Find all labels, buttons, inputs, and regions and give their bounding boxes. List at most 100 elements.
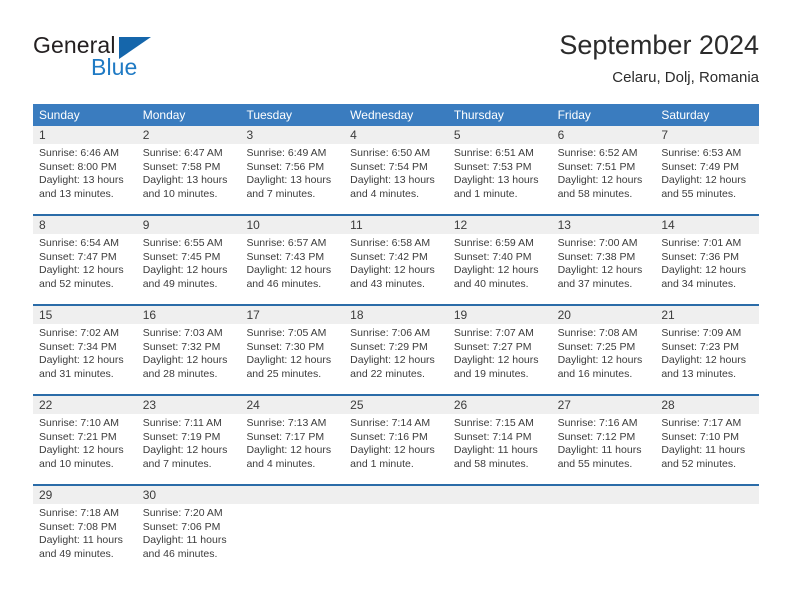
sunrise-text: Sunrise: 6:53 AM [661, 147, 742, 159]
day-of-week-header: Sunday Monday Tuesday Wednesday Thursday… [33, 104, 759, 126]
day-number[interactable]: 20 [552, 306, 656, 324]
daylight-text-line2: and 4 minutes. [246, 457, 316, 470]
day-number[interactable]: 23 [137, 396, 241, 414]
day-cell[interactable]: Sunrise: 7:01 AM Sunset: 7:36 PM Daylight:… [655, 234, 759, 304]
sunrise-text: Sunrise: 6:50 AM [350, 147, 431, 159]
dow-thursday: Thursday [453, 108, 504, 122]
day-number[interactable]: 4 [344, 126, 448, 144]
day-cell[interactable]: Sunrise: 6:53 AM Sunset: 7:49 PM Daylight:… [655, 144, 759, 214]
day-number[interactable]: 9 [137, 216, 241, 234]
week-detail-band: Sunrise: 7:18 AM Sunset: 7:08 PM Daylight:… [33, 504, 759, 574]
day-cell[interactable]: Sunrise: 6:58 AM Sunset: 7:42 PM Daylight:… [344, 234, 448, 304]
day-cell[interactable]: Sunrise: 7:06 AM Sunset: 7:29 PM Daylight:… [344, 324, 448, 394]
week-date-band: 15 16 17 18 19 20 21 [33, 306, 759, 324]
day-cell[interactable]: Sunrise: 6:47 AM Sunset: 7:58 PM Daylight:… [137, 144, 241, 214]
daylight-text-line2: and 25 minutes. [246, 367, 322, 380]
daylight-text-line1: Daylight: 11 hours [557, 444, 642, 457]
day-cell[interactable]: Sunrise: 7:14 AM Sunset: 7:16 PM Daylight:… [344, 414, 448, 484]
dow-monday: Monday [142, 108, 186, 122]
day-number[interactable]: 28 [655, 396, 759, 414]
day-number[interactable]: 14 [655, 216, 759, 234]
day-cell[interactable]: Sunrise: 6:46 AM Sunset: 8:00 PM Daylight:… [33, 144, 137, 214]
day-number[interactable]: 5 [448, 126, 552, 144]
day-number[interactable]: 19 [448, 306, 552, 324]
day-number[interactable]: 8 [33, 216, 137, 234]
day-number[interactable]: 11 [344, 216, 448, 234]
day-cell[interactable]: Sunrise: 7:20 AM Sunset: 7:06 PM Daylight:… [137, 504, 241, 574]
day-number[interactable]: 18 [344, 306, 448, 324]
day-cell[interactable]: Sunrise: 6:54 AM Sunset: 7:47 PM Daylight:… [33, 234, 137, 304]
sunset-text: Sunset: 7:58 PM [142, 160, 221, 173]
daylight-text-line2: and 7 minutes. [246, 187, 316, 200]
day-cell[interactable]: Sunrise: 7:07 AM Sunset: 7:27 PM Daylight:… [448, 324, 552, 394]
sunrise-text: Sunrise: 7:01 AM [661, 237, 742, 249]
day-number[interactable]: 7 [655, 126, 759, 144]
day-cell[interactable]: Sunrise: 7:03 AM Sunset: 7:32 PM Daylight:… [137, 324, 241, 394]
day-number[interactable]: 3 [240, 126, 344, 144]
daylight-text-line1: Daylight: 12 hours [39, 444, 124, 457]
day-cell[interactable]: Sunrise: 7:09 AM Sunset: 7:23 PM Daylight:… [655, 324, 759, 394]
day-number[interactable]: 16 [137, 306, 241, 324]
day-number[interactable]: 15 [33, 306, 137, 324]
sunrise-text: Sunrise: 6:57 AM [246, 237, 327, 249]
day-cell[interactable]: Sunrise: 6:57 AM Sunset: 7:43 PM Daylight:… [240, 234, 344, 304]
day-number[interactable]: 12 [448, 216, 552, 234]
day-number[interactable]: 22 [33, 396, 137, 414]
day-number[interactable]: 13 [552, 216, 656, 234]
sunset-text: Sunset: 7:16 PM [350, 430, 428, 443]
day-cell[interactable]: Sunrise: 7:00 AM Sunset: 7:38 PM Daylight:… [552, 234, 656, 304]
dow-wednesday: Wednesday [350, 108, 414, 122]
day-number[interactable]: 1 [33, 126, 137, 144]
day-cell[interactable]: Sunrise: 7:16 AM Sunset: 7:12 PM Daylight:… [552, 414, 656, 484]
daylight-text-line2: and 37 minutes. [557, 277, 633, 290]
day-number[interactable]: 25 [344, 396, 448, 414]
day-cell[interactable]: Sunrise: 7:17 AM Sunset: 7:10 PM Daylight:… [655, 414, 759, 484]
daylight-text-line2: and 1 minute. [453, 187, 518, 200]
daylight-text-line2: and 52 minutes. [39, 277, 114, 290]
day-number[interactable]: 26 [448, 396, 552, 414]
sunset-text: Sunset: 7:10 PM [661, 430, 739, 443]
day-cell[interactable]: Sunrise: 7:08 AM Sunset: 7:25 PM Daylight:… [552, 324, 656, 394]
daylight-text-line2: and 10 minutes. [39, 457, 114, 470]
day-cell[interactable]: Sunrise: 7:18 AM Sunset: 7:08 PM Daylight:… [33, 504, 137, 574]
day-number[interactable]: 27 [552, 396, 656, 414]
day-cell[interactable]: Sunrise: 7:02 AM Sunset: 7:34 PM Daylight:… [33, 324, 137, 394]
sunset-text: Sunset: 7:49 PM [661, 160, 739, 173]
day-cell[interactable]: Sunrise: 7:10 AM Sunset: 7:21 PM Daylight:… [33, 414, 137, 484]
sunrise-text: Sunrise: 7:18 AM [39, 507, 119, 519]
week-detail-band: Sunrise: 6:54 AM Sunset: 7:47 PM Daylight:… [33, 234, 759, 304]
day-number[interactable]: 17 [240, 306, 344, 324]
logo-text-blue: Blue [91, 54, 138, 80]
dow-sunday: Sunday [39, 108, 80, 122]
sunset-text: Sunset: 8:00 PM [39, 160, 117, 173]
day-cell[interactable]: Sunrise: 7:13 AM Sunset: 7:17 PM Daylight:… [240, 414, 344, 484]
day-number[interactable]: 24 [240, 396, 344, 414]
day-number[interactable]: 21 [655, 306, 759, 324]
day-number[interactable]: 30 [137, 486, 241, 504]
daylight-text-line2: and 4 minutes. [350, 187, 420, 200]
day-cell[interactable]: Sunrise: 6:55 AM Sunset: 7:45 PM Daylight:… [137, 234, 241, 304]
daylight-text-line1: Daylight: 12 hours [246, 264, 332, 277]
day-cell[interactable]: Sunrise: 6:51 AM Sunset: 7:53 PM Daylight:… [448, 144, 552, 214]
sunset-text: Sunset: 7:21 PM [39, 430, 117, 443]
day-cell[interactable]: Sunrise: 6:50 AM Sunset: 7:54 PM Daylight:… [344, 144, 448, 214]
page-title: September 2024 [559, 30, 759, 60]
day-cell[interactable]: Sunrise: 7:15 AM Sunset: 7:14 PM Daylight:… [448, 414, 552, 484]
day-cell[interactable]: Sunrise: 6:49 AM Sunset: 7:56 PM Daylight:… [240, 144, 344, 214]
sunset-text: Sunset: 7:12 PM [557, 430, 636, 443]
day-cell[interactable]: Sunrise: 7:11 AM Sunset: 7:19 PM Daylight:… [137, 414, 241, 484]
sunset-text: Sunset: 7:34 PM [39, 340, 117, 353]
general-blue-logo[interactable]: General Blue [33, 32, 233, 88]
daylight-text-line1: Daylight: 12 hours [350, 354, 435, 367]
day-cell[interactable]: Sunrise: 7:05 AM Sunset: 7:30 PM Daylight:… [240, 324, 344, 394]
day-number[interactable]: 6 [552, 126, 656, 144]
day-cell[interactable]: Sunrise: 6:59 AM Sunset: 7:40 PM Daylight:… [448, 234, 552, 304]
daylight-text-line2: and 49 minutes. [39, 547, 114, 560]
sunrise-text: Sunrise: 6:55 AM [142, 237, 223, 249]
day-number[interactable]: 29 [33, 486, 137, 504]
sunset-text: Sunset: 7:30 PM [246, 340, 325, 353]
day-number[interactable]: 2 [137, 126, 241, 144]
daylight-text-line2: and 22 minutes. [350, 367, 425, 380]
day-cell[interactable]: Sunrise: 6:52 AM Sunset: 7:51 PM Daylight:… [552, 144, 656, 214]
day-number[interactable]: 10 [240, 216, 344, 234]
